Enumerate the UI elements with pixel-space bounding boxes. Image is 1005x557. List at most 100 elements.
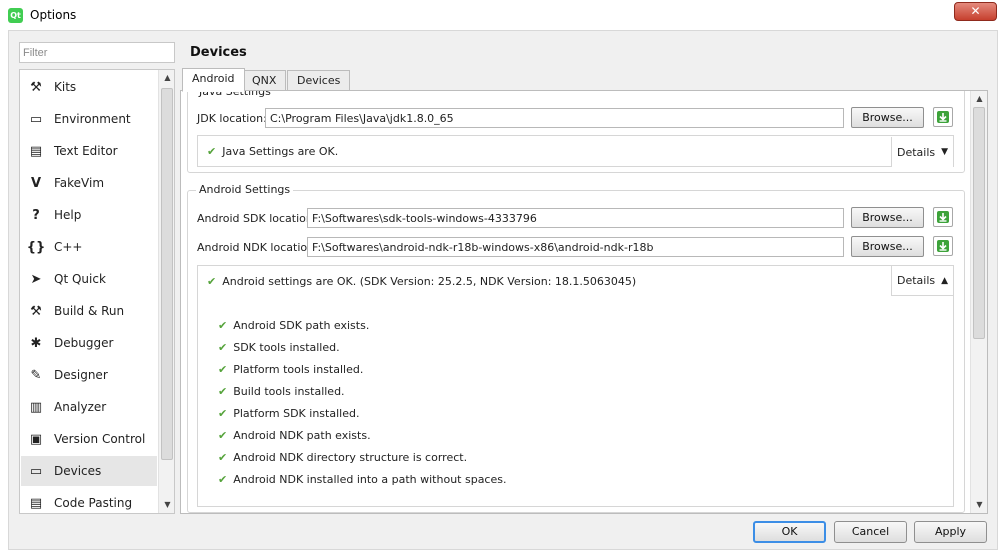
category-list-scrollbar[interactable]: ▲ ▼ xyxy=(158,70,174,513)
sidebar-item-designer[interactable]: ✎ Designer xyxy=(21,360,157,390)
sidebar-item-label: Version Control xyxy=(54,432,146,446)
sidebar-item-fakevim[interactable]: V FakeVim xyxy=(21,168,157,198)
clipboard-icon: ▤ xyxy=(29,495,43,511)
download-icon xyxy=(937,240,949,252)
android-tab-pane: Java Settings JDK location: C:\Program F… xyxy=(180,90,988,514)
check-icon: ✔ xyxy=(218,385,228,398)
java-status-box: ✔ Java Settings are OK. Details ▼ xyxy=(197,135,954,167)
android-status-line: ✔ Android settings are OK. (SDK Version:… xyxy=(207,275,636,288)
sidebar-item-environment[interactable]: ▭ Environment xyxy=(21,104,157,134)
ndk-location-label: Android NDK location: xyxy=(197,241,318,254)
pencil-icon: ✎ xyxy=(30,367,42,383)
sidebar-item-label: Environment xyxy=(54,112,131,126)
category-list: ⚒ Kits ▭ Environment ▤ Text Editor V Fak… xyxy=(19,69,175,514)
pane-scrollbar[interactable]: ▲ ▼ xyxy=(970,91,987,513)
cancel-button[interactable]: Cancel xyxy=(834,521,907,543)
devices-icon: ▭ xyxy=(29,463,43,479)
check-icon: ✔ xyxy=(218,319,228,332)
apply-button[interactable]: Apply xyxy=(914,521,987,543)
android-details-button[interactable]: Details ▲ xyxy=(891,266,953,296)
scroll-up-icon[interactable]: ▲ xyxy=(159,70,174,86)
android-status-box: ✔ Android settings are OK. (SDK Version:… xyxy=(197,265,954,507)
details-label: Details xyxy=(896,145,936,159)
sidebar-item-build-run[interactable]: ⚒ Build & Run xyxy=(21,296,157,326)
check-icon: ✔ xyxy=(218,363,228,376)
jdk-download-button[interactable] xyxy=(933,107,953,127)
check-item-text: Platform SDK installed. xyxy=(233,407,360,420)
sidebar-item-qt-quick[interactable]: ➤ Qt Quick xyxy=(21,264,157,294)
check-icon: ✔ xyxy=(218,429,228,442)
sidebar-item-analyzer[interactable]: ▥ Analyzer xyxy=(21,392,157,422)
check-icon: ✔ xyxy=(218,473,228,486)
check-item: ✔ Android NDK path exists. xyxy=(218,429,371,442)
check-item-text: Platform tools installed. xyxy=(233,363,364,376)
jdk-location-field[interactable]: C:\Program Files\Java\jdk1.8.0_65 xyxy=(265,108,844,128)
hammer-icon: ⚒ xyxy=(30,303,42,319)
scrollbar-thumb[interactable] xyxy=(973,107,985,339)
sidebar-item-label: Devices xyxy=(54,464,102,478)
check-icon: ✔ xyxy=(218,407,228,420)
check-item-text: Android NDK path exists. xyxy=(233,429,371,442)
sidebar-item-devices[interactable]: ▭ Devices xyxy=(21,456,157,486)
check-item: ✔ Platform SDK installed. xyxy=(218,407,359,420)
sidebar-item-label: Code Pasting xyxy=(54,496,133,510)
check-item: ✔ Build tools installed. xyxy=(218,385,345,398)
tab-qnx[interactable]: QNX xyxy=(242,70,287,91)
check-icon: ✔ xyxy=(207,275,217,288)
java-details-button[interactable]: Details ▼ xyxy=(891,137,953,167)
check-item: ✔ Android SDK path exists. xyxy=(218,319,369,332)
tab-android[interactable]: Android xyxy=(182,68,245,92)
version-control-icon: ▣ xyxy=(29,431,43,447)
ndk-location-field[interactable]: F:\Softwares\android-ndk-r18b-windows-x8… xyxy=(307,237,844,257)
ndk-browse-button[interactable]: Browse... xyxy=(851,236,924,257)
android-status-text: Android settings are OK. (SDK Version: 2… xyxy=(222,275,637,288)
help-icon: ? xyxy=(32,207,40,223)
sidebar-item-label: FakeVim xyxy=(54,176,105,190)
jdk-location-label: JDK location: xyxy=(197,112,267,125)
close-button[interactable]: ✕ xyxy=(954,2,997,21)
chevron-up-icon: ▲ xyxy=(941,275,949,286)
sidebar-item-kits[interactable]: ⚒ Kits xyxy=(21,72,157,102)
sidebar-item-text-editor[interactable]: ▤ Text Editor xyxy=(21,136,157,166)
sidebar-item-label: Build & Run xyxy=(54,304,125,318)
check-item-text: Android NDK installed into a path withou… xyxy=(233,473,507,486)
tab-devices[interactable]: Devices xyxy=(287,70,351,91)
details-label: Details xyxy=(896,274,936,287)
ndk-download-button[interactable] xyxy=(933,236,953,256)
scroll-up-icon[interactable]: ▲ xyxy=(971,91,987,107)
check-item: ✔ Android NDK installed into a path with… xyxy=(218,473,506,486)
java-status-text: Java Settings are OK. xyxy=(222,145,339,158)
download-icon xyxy=(937,211,949,223)
check-icon: ✔ xyxy=(218,451,228,464)
scroll-down-icon[interactable]: ▼ xyxy=(159,497,174,513)
check-item-text: Android NDK directory structure is corre… xyxy=(233,451,468,464)
sidebar-item-debugger[interactable]: ✱ Debugger xyxy=(21,328,157,358)
ok-button[interactable]: OK xyxy=(753,521,826,543)
cpp-icon: {} xyxy=(26,239,46,255)
monitor-icon: ▭ xyxy=(29,111,43,127)
java-status-line: ✔ Java Settings are OK. xyxy=(207,145,338,158)
sidebar-item-help[interactable]: ? Help xyxy=(21,200,157,230)
sidebar-item-code-pasting[interactable]: ▤ Code Pasting xyxy=(21,488,157,513)
scrollbar-thumb[interactable] xyxy=(161,88,173,460)
sidebar-item-label: Text Editor xyxy=(54,144,118,158)
chevron-down-icon: ▼ xyxy=(941,147,949,157)
title-bar: Qt Options ✕ xyxy=(0,0,1005,30)
jdk-browse-button[interactable]: Browse... xyxy=(851,107,924,128)
filter-input[interactable] xyxy=(19,42,175,63)
sidebar-item-label: C++ xyxy=(54,240,83,254)
sidebar-item-cpp[interactable]: {} C++ xyxy=(21,232,157,262)
sidebar-item-version-control[interactable]: ▣ Version Control xyxy=(21,424,157,454)
sidebar-item-label: Analyzer xyxy=(54,400,107,414)
sidebar-item-label: Qt Quick xyxy=(54,272,106,286)
scroll-down-icon[interactable]: ▼ xyxy=(971,497,987,513)
sdk-download-button[interactable] xyxy=(933,207,953,227)
sdk-browse-button[interactable]: Browse... xyxy=(851,207,924,228)
download-icon xyxy=(937,111,949,123)
text-editor-icon: ▤ xyxy=(29,143,43,159)
check-item-text: Android SDK path exists. xyxy=(233,319,370,332)
analyzer-icon: ▥ xyxy=(29,399,43,415)
android-settings-title: Android Settings xyxy=(196,183,294,196)
window-title: Options xyxy=(30,8,77,22)
sdk-location-field[interactable]: F:\Softwares\sdk-tools-windows-4333796 xyxy=(307,208,844,228)
